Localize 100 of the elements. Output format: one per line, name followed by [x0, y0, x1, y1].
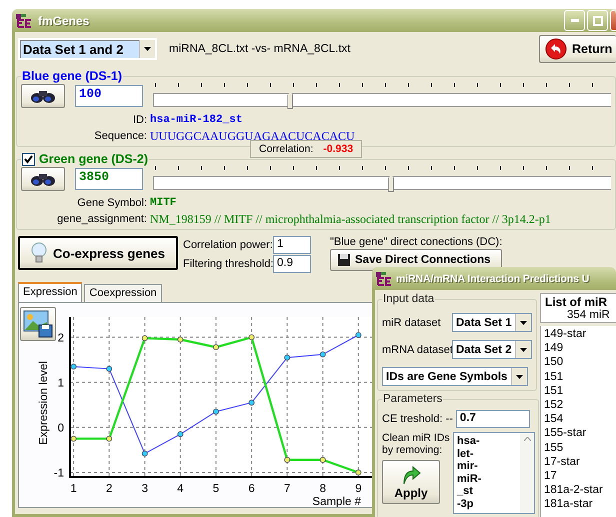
list-item[interactable]: 155	[544, 440, 613, 455]
gene-slider[interactable]	[153, 83, 611, 109]
list-item[interactable]: 155-star	[544, 426, 613, 441]
data-point	[320, 456, 326, 463]
list-item[interactable]: mir-	[457, 460, 482, 472]
axis-tick-label: 2	[58, 332, 64, 344]
gene-slider[interactable]	[153, 166, 611, 192]
data-point	[142, 450, 148, 457]
axis-tick-label: 2	[106, 483, 112, 495]
data-point	[355, 332, 362, 338]
checkbox[interactable]	[22, 152, 35, 166]
window-title: fmGenes	[38, 14, 90, 28]
list-item[interactable]: _st	[457, 485, 482, 498]
axis-tick-label: 7	[284, 483, 290, 495]
list-item[interactable]: 17-star	[544, 454, 613, 470]
data-point	[355, 470, 362, 476]
group-title: Input data	[382, 293, 436, 305]
minimize-icon	[570, 19, 578, 22]
dropdown-caret-icon	[520, 320, 527, 324]
data-point	[248, 334, 255, 340]
axis-tick-label: 1	[70, 483, 77, 495]
group-title: Blue gene (DS-1)	[22, 69, 122, 83]
dataset-dropdown[interactable]: Data Set 2	[452, 340, 532, 359]
binoculars-icon	[30, 88, 56, 104]
index-field[interactable]: 3850	[75, 168, 143, 190]
dropdown-caret-icon	[516, 374, 523, 378]
list-item[interactable]: 154	[544, 412, 613, 426]
y-axis-title: Expression level	[38, 361, 50, 445]
correlation-value: -0.933	[323, 143, 354, 155]
list-item[interactable]: 152	[544, 398, 613, 412]
axis-tick-label: 9	[355, 483, 362, 495]
index-field[interactable]: 100	[75, 85, 143, 107]
save-icon	[337, 253, 351, 267]
axis-tick-label: 1	[58, 377, 64, 390]
lightbulb-icon	[31, 242, 47, 264]
save-image-button[interactable]	[20, 307, 56, 341]
parameter-field[interactable]: 1	[273, 236, 311, 254]
data-point	[106, 366, 112, 372]
data-point	[177, 431, 184, 438]
group-title: Parameters	[382, 393, 444, 405]
list-item[interactable]: 150	[544, 355, 613, 370]
maximize-button[interactable]	[587, 10, 608, 31]
id-type-dropdown[interactable]: IDs are Gene Symbols	[382, 367, 528, 386]
data-point	[70, 364, 76, 370]
data-point	[106, 436, 112, 442]
find-button[interactable]	[21, 167, 65, 191]
axis-tick-label: 3	[142, 483, 148, 495]
threshold-field[interactable]: 0.7	[456, 410, 530, 428]
maximize-icon	[592, 16, 602, 26]
list-item[interactable]: miR-	[457, 472, 482, 485]
direct-connections-label: "Blue gene" direct conections (DC):	[330, 236, 502, 248]
list-item[interactable]: 181a-2-star	[544, 483, 613, 498]
data-point	[177, 336, 184, 342]
field-value: NM_198159 // MITF // microphthalmia-associated transcription factor // 3p14.2-p1	[150, 212, 551, 226]
axis-tick-label: -1	[54, 468, 64, 480]
slider-thumb[interactable]	[388, 175, 394, 192]
field-label: gene_assignment:	[56, 213, 147, 225]
mir-list[interactable]: 149-star 149 150 151 151 152 154 155-star 155 17-star 17 181a-2-star 181a-star	[540, 326, 616, 517]
tab[interactable]: Expression	[18, 282, 82, 303]
parameter-label: Filtering threshold:	[183, 258, 270, 270]
close-button[interactable]	[610, 10, 616, 31]
scroll-up-icon	[524, 437, 530, 441]
data-point	[320, 351, 326, 358]
axis-tick-label: 5	[212, 483, 220, 495]
list-item[interactable]: -3p	[457, 498, 482, 510]
axis-tick-label: 8	[320, 483, 326, 495]
list-item[interactable]: 149-star	[544, 327, 613, 342]
dataset-label: miR dataset	[382, 316, 442, 328]
find-button[interactable]	[21, 84, 65, 108]
tab[interactable]: Coexpression	[84, 284, 162, 302]
list-item[interactable]: let-	[457, 448, 482, 460]
return-button[interactable]: Return	[539, 35, 616, 63]
list-item[interactable]: 151	[544, 370, 613, 384]
group-title: Green gene (DS-2)	[39, 152, 148, 166]
parameter-field[interactable]: 0.9	[273, 255, 311, 273]
data-point	[248, 400, 255, 406]
co-express-button[interactable]: Co-express genes	[18, 236, 178, 270]
data-point	[142, 335, 148, 342]
list-item[interactable]: hsa-	[457, 435, 482, 448]
axis-tick-label: 4	[177, 483, 184, 495]
list-item[interactable]: 181a-star	[544, 497, 613, 512]
list-title: List of miR	[545, 295, 607, 309]
dropdown-caret-icon	[520, 348, 527, 352]
dataset-dropdown[interactable]: Data Set 1	[452, 313, 532, 332]
list-item[interactable]: 151	[544, 384, 613, 398]
dataset-dropdown[interactable]: Data Set 1 and 2	[18, 38, 157, 60]
slider-thumb[interactable]	[287, 92, 294, 109]
app-icon	[376, 272, 392, 286]
field-label: ID:	[132, 114, 147, 126]
dropdown-caret-icon	[144, 47, 151, 51]
list-item[interactable]: 17	[544, 469, 613, 484]
field-label: Gene Symbol:	[76, 197, 147, 209]
app-icon	[16, 14, 32, 28]
prefix-list[interactable]: hsa- let- mir- miR- _st -3p	[453, 432, 535, 514]
list-item[interactable]: 149	[544, 341, 613, 356]
binoculars-icon	[30, 171, 56, 187]
minimize-button[interactable]	[564, 10, 585, 31]
scrollbar[interactable]	[520, 433, 534, 513]
data-point	[284, 354, 290, 361]
apply-button[interactable]: Apply	[382, 460, 440, 504]
